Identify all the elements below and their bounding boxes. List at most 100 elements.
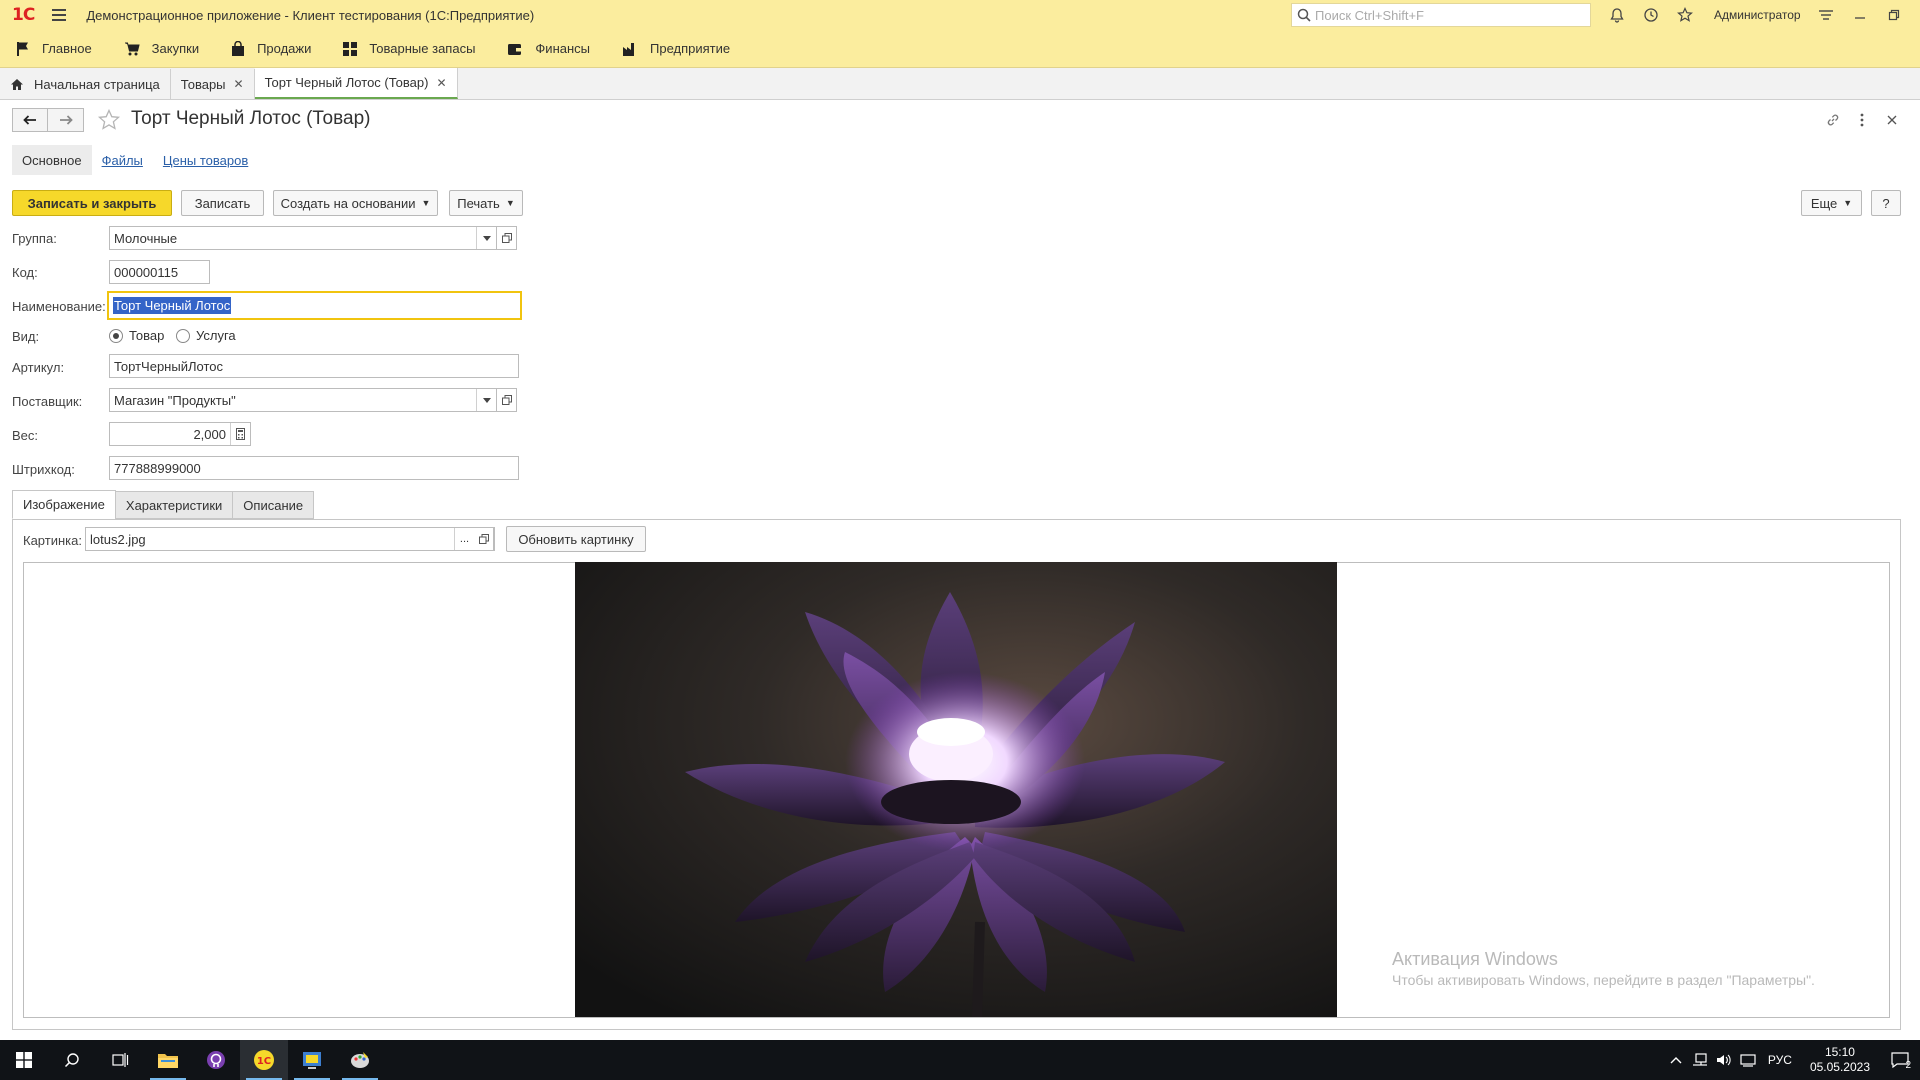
tab-current-form[interactable]: Торт Черный Лотос (Товар) ✕	[254, 68, 458, 99]
article-field[interactable]	[109, 354, 519, 378]
save-and-close-button[interactable]: Записать и закрыть	[12, 190, 172, 216]
weight-field[interactable]	[109, 422, 251, 446]
add-favorite-star-icon[interactable]	[97, 108, 121, 135]
more-vertical-icon[interactable]	[1850, 108, 1874, 132]
taskbar-test-client[interactable]	[336, 1040, 384, 1080]
section-enterprise[interactable]: Предприятие	[606, 30, 746, 68]
notification-center-icon[interactable]: 2	[1880, 1040, 1920, 1080]
palette-icon	[351, 1052, 369, 1068]
section-inventory[interactable]: Товарные запасы	[327, 30, 491, 68]
taskbar-app-purple[interactable]	[192, 1040, 240, 1080]
picture-input[interactable]	[86, 528, 454, 550]
tab-files[interactable]: Файлы	[92, 145, 153, 175]
task-view-button[interactable]	[96, 1040, 144, 1080]
tab-home-page[interactable]: Начальная страница	[0, 69, 171, 99]
github-like-icon	[207, 1051, 225, 1069]
restore-icon[interactable]	[1877, 0, 1911, 30]
minimize-icon[interactable]	[1843, 0, 1877, 30]
taskbar-1c[interactable]: 1С	[240, 1040, 288, 1080]
notifications-bell-icon[interactable]	[1600, 0, 1634, 30]
section-main[interactable]: Главное	[0, 30, 108, 68]
main-menu-icon[interactable]	[52, 9, 67, 21]
supplier-open-button[interactable]	[497, 388, 517, 412]
calculator-button[interactable]	[230, 423, 250, 445]
name-input-selected-text[interactable]: Торт Черный Лотос	[113, 297, 232, 314]
kind-goods-radio[interactable]: Товар	[109, 328, 164, 343]
more-button[interactable]: Еще ▼	[1801, 190, 1862, 216]
tray-chevron-up-icon[interactable]	[1664, 1040, 1688, 1080]
update-picture-button[interactable]: Обновить картинку	[506, 526, 646, 552]
back-button[interactable]	[12, 108, 48, 132]
tray-network-icon[interactable]	[1688, 1040, 1712, 1080]
picture-field[interactable]: ...	[85, 527, 495, 551]
supplier-input[interactable]	[110, 389, 476, 411]
forward-button[interactable]	[48, 108, 84, 132]
close-tab-icon[interactable]: ✕	[234, 77, 244, 91]
group-open-button[interactable]	[497, 226, 517, 250]
link-icon[interactable]	[1821, 108, 1845, 132]
tab-characteristics[interactable]: Характеристики	[114, 491, 234, 519]
code-input[interactable]	[110, 261, 209, 283]
close-tab-icon[interactable]: ✕	[436, 76, 446, 90]
group-field[interactable]	[109, 226, 497, 250]
taskbar-explorer[interactable]	[144, 1040, 192, 1080]
tray-clock[interactable]: 15:10 05.05.2023	[1800, 1045, 1880, 1075]
article-label: Артикул:	[12, 360, 65, 375]
chevron-down-icon	[482, 235, 491, 241]
print-button[interactable]: Печать ▼	[449, 190, 523, 216]
barcode-field[interactable]	[109, 456, 519, 480]
tab-main[interactable]: Основное	[12, 145, 92, 175]
start-button[interactable]	[0, 1040, 48, 1080]
windows-activation-title: Активация Windows	[1392, 949, 1558, 969]
app-logo[interactable]: 1С	[12, 5, 35, 25]
tab-image[interactable]: Изображение	[12, 490, 116, 519]
create-based-on-button[interactable]: Создать на основании ▼	[273, 190, 438, 216]
supplier-dropdown-button[interactable]	[476, 389, 496, 411]
settings-menu-icon[interactable]	[1809, 0, 1843, 30]
chevron-down-icon: ▼	[505, 198, 515, 208]
code-field[interactable]	[109, 260, 210, 284]
picture-open-button[interactable]	[474, 527, 494, 551]
cart-icon	[124, 41, 140, 57]
search-input[interactable]	[1315, 5, 1575, 25]
sections-panel: Главное Закупки Продажи Товарные запасы …	[0, 30, 1920, 68]
home-icon	[10, 78, 24, 91]
section-finance[interactable]: Финансы	[491, 30, 606, 68]
form-title: Торт Черный Лотос (Товар)	[131, 108, 371, 129]
input-language[interactable]: РУС	[1760, 1053, 1800, 1067]
section-sales[interactable]: Продажи	[215, 30, 327, 68]
kind-service-radio[interactable]: Услуга	[176, 328, 236, 343]
factory-icon	[622, 41, 638, 57]
supplier-field[interactable]	[109, 388, 497, 412]
current-user[interactable]: Администратор	[1706, 8, 1809, 22]
weight-input[interactable]	[110, 423, 230, 445]
notification-count: 2	[1905, 1060, 1911, 1071]
favorites-star-icon[interactable]	[1668, 0, 1702, 30]
tray-volume-icon[interactable]	[1712, 1040, 1736, 1080]
svg-text:1С: 1С	[257, 1056, 271, 1067]
tab-prices[interactable]: Цены товаров	[153, 145, 258, 175]
arrow-right-icon	[59, 115, 73, 125]
taskbar-search-button[interactable]	[48, 1040, 96, 1080]
save-button[interactable]: Записать	[181, 190, 264, 216]
global-search[interactable]	[1291, 3, 1591, 27]
article-input[interactable]	[110, 355, 518, 377]
supplier-label: Поставщик:	[12, 394, 83, 409]
picture-choose-button[interactable]: ...	[454, 528, 474, 550]
name-field[interactable]: Торт Черный Лотос	[107, 291, 522, 320]
taskbar-1c-designer[interactable]	[288, 1040, 336, 1080]
close-form-icon[interactable]	[1880, 108, 1904, 132]
page-tabs: Изображение Характеристики Описание	[12, 490, 315, 519]
barcode-input[interactable]	[110, 457, 518, 479]
close-window-icon[interactable]	[1911, 0, 1920, 30]
help-button[interactable]: ?	[1871, 190, 1901, 216]
group-dropdown-button[interactable]	[476, 227, 496, 249]
tab-description[interactable]: Описание	[232, 491, 315, 519]
chevron-down-icon: ▼	[1843, 198, 1853, 208]
tray-display-icon[interactable]	[1736, 1040, 1760, 1080]
history-icon[interactable]	[1634, 0, 1668, 30]
task-view-icon	[112, 1053, 129, 1067]
section-purchases[interactable]: Закупки	[108, 30, 215, 68]
tab-goods-list[interactable]: Товары ✕	[170, 69, 255, 99]
group-input[interactable]	[110, 227, 476, 249]
